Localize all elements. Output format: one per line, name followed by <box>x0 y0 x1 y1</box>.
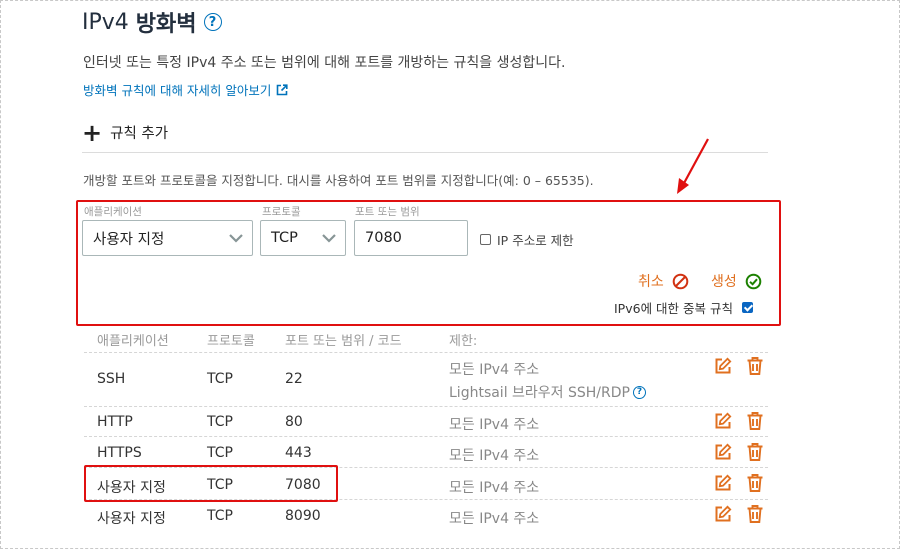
cancel-label: 취소 <box>638 274 664 290</box>
ipv6-duplicate-checkbox-box[interactable] <box>742 302 753 313</box>
table-cell-port: 22 <box>285 371 303 387</box>
port-input[interactable]: 7080 <box>354 220 468 256</box>
title-prefix: IPv4 <box>82 9 129 35</box>
check-circle-icon <box>745 273 762 289</box>
column-header-port: 포트 또는 범위 / 코드 <box>285 334 402 349</box>
protocol-select[interactable]: TCP <box>260 220 346 256</box>
table-cell-restriction: 모든 IPv4 주소 <box>449 480 540 496</box>
trash-icon[interactable] <box>746 356 764 376</box>
application-field-label: 애플리케이션 <box>84 206 142 218</box>
help-icon[interactable]: ? <box>203 13 222 31</box>
table-cell-restriction: 모든 IPv4 주소 <box>449 362 540 378</box>
learn-more-link-text[interactable]: 방화벽 규칙에 대해 자세히 알아보기 <box>83 80 271 99</box>
port-input-value: 7080 <box>365 230 402 246</box>
ip-restrict-checkbox-box[interactable] <box>480 234 491 245</box>
edit-icon[interactable] <box>714 357 732 375</box>
page-title: IPv4 방화벽 ? <box>82 6 222 38</box>
edit-icon[interactable] <box>714 443 732 461</box>
plus-icon: + <box>82 118 103 147</box>
page-description: 인터넷 또는 특정 IPv4 주소 또는 범위에 대해 포트를 개방하는 규칙을… <box>83 55 566 71</box>
table-cell-port: 8090 <box>285 508 321 524</box>
add-rule-label: 규칙 추가 <box>110 126 169 142</box>
cancel-button[interactable]: 취소 <box>638 271 689 291</box>
column-header-restriction: 제한: <box>449 334 478 349</box>
create-button[interactable]: 생성 <box>711 271 762 291</box>
create-label: 생성 <box>711 274 737 290</box>
application-select-value: 사용자 지정 <box>93 231 165 248</box>
row-actions <box>714 473 764 493</box>
table-cell-protocol: TCP <box>207 414 233 430</box>
chevron-down-icon <box>322 234 336 243</box>
application-select[interactable]: 사용자 지정 <box>82 220 253 256</box>
edit-icon[interactable] <box>714 474 732 492</box>
annotation-arrow <box>677 138 709 194</box>
title-bold: 방화벽 <box>135 12 197 37</box>
port-field-label: 포트 또는 범위 <box>355 206 420 218</box>
table-cell-protocol: TCP <box>207 371 233 387</box>
add-rule-button[interactable]: + 규칙 추가 <box>82 118 169 147</box>
table-cell-application: 사용자 지정 <box>97 511 166 527</box>
row-actions <box>714 356 764 376</box>
table-cell-restriction-extra: Lightsail 브라우저 SSH/RDP ? <box>449 382 646 402</box>
row-actions <box>714 504 764 524</box>
port-hint: 개방할 포트와 프로토콜을 지정합니다. 대시를 사용하여 포트 범위를 지정합… <box>83 173 594 188</box>
help-icon[interactable]: ? <box>632 385 646 399</box>
table-cell-protocol: TCP <box>207 445 233 461</box>
ip-restrict-checkbox[interactable]: IP 주소로 제한 <box>480 230 574 249</box>
trash-icon[interactable] <box>746 411 764 431</box>
ipv6-duplicate-label: IPv6에 대한 중복 규칙 <box>614 301 733 316</box>
table-cell-protocol: TCP <box>207 508 233 524</box>
row-divider <box>84 406 768 407</box>
row-actions <box>714 411 764 431</box>
trash-icon[interactable] <box>746 442 764 462</box>
trash-icon[interactable] <box>746 473 764 493</box>
edit-icon[interactable] <box>714 505 732 523</box>
table-cell-application: SSH <box>97 371 126 387</box>
column-header-protocol: 프로토콜 <box>207 334 255 349</box>
row-actions <box>714 442 764 462</box>
learn-more-link[interactable]: 방화벽 규칙에 대해 자세히 알아보기 <box>83 80 289 99</box>
divider <box>82 152 768 153</box>
ipv6-duplicate-checkbox[interactable]: IPv6에 대한 중복 규칙 <box>614 298 753 317</box>
protocol-select-value: TCP <box>271 230 298 246</box>
row-divider <box>84 352 768 353</box>
table-cell-port: 80 <box>285 414 303 430</box>
table-cell-application: HTTP <box>97 414 133 430</box>
row-divider <box>84 436 768 437</box>
edit-icon[interactable] <box>714 412 732 430</box>
table-cell-restriction: 모든 IPv4 주소 <box>449 448 540 464</box>
chevron-down-icon <box>229 234 243 243</box>
browser-ssh-label: Lightsail 브라우저 SSH/RDP <box>449 385 630 401</box>
trash-icon[interactable] <box>746 504 764 524</box>
table-cell-application: HTTPS <box>97 445 142 461</box>
table-cell-port: 443 <box>285 445 312 461</box>
prohibited-icon <box>672 273 689 289</box>
ip-restrict-label: IP 주소로 제한 <box>497 233 574 248</box>
protocol-field-label: 프로토콜 <box>262 206 301 218</box>
table-cell-restriction: 모든 IPv4 주소 <box>449 417 540 433</box>
annotation-highlight-row <box>84 465 338 502</box>
external-link-icon <box>277 83 289 95</box>
column-header-application: 애플리케이션 <box>97 334 169 349</box>
table-cell-restriction: 모든 IPv4 주소 <box>449 511 540 527</box>
